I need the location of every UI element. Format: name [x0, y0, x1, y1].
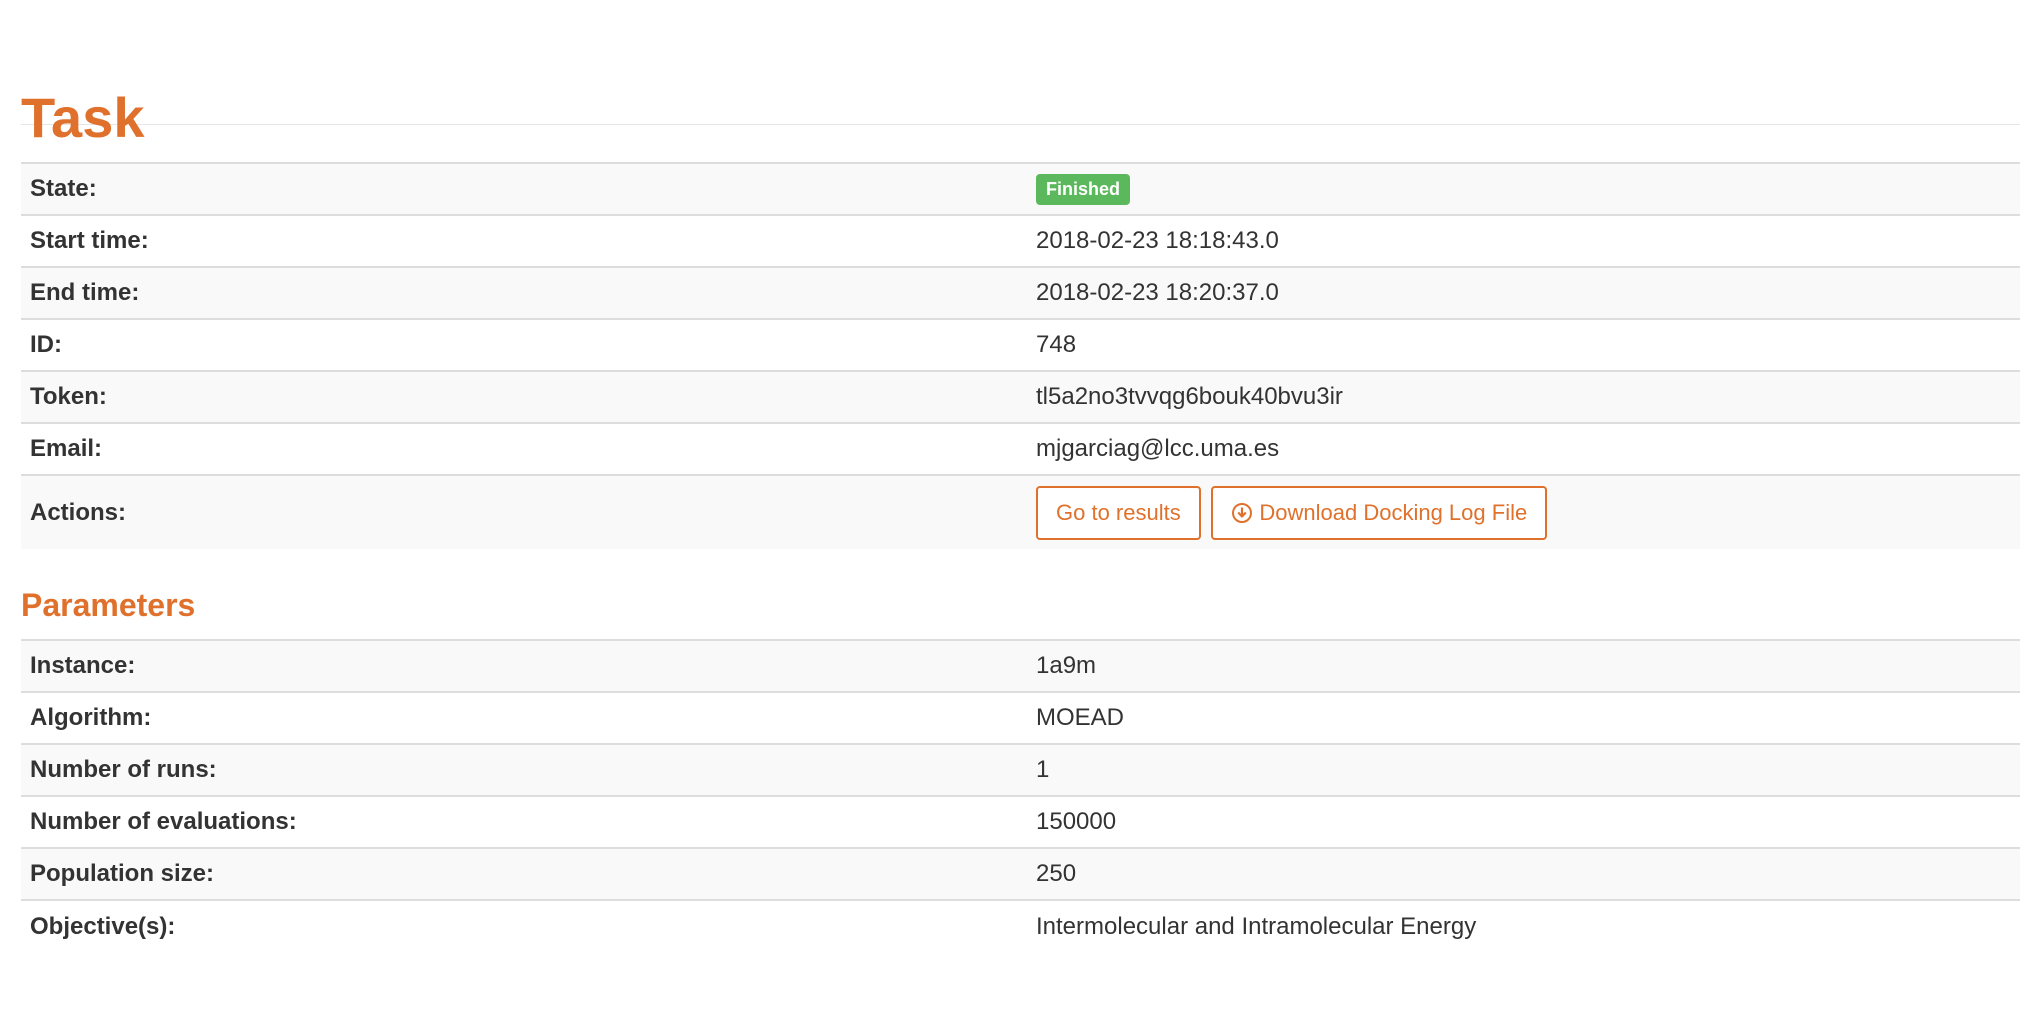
go-to-results-button[interactable]: Go to results — [1036, 485, 1201, 540]
state-row: State: Finished — [21, 162, 2020, 215]
state-label: State: — [21, 162, 1027, 215]
number-of-runs-row: Number of runs: 1 — [21, 743, 2020, 796]
email-row: Email: mjgarciag@lcc.uma.es — [21, 422, 2020, 475]
email-label: Email: — [21, 422, 1027, 475]
state-value: Finished — [1027, 162, 2020, 215]
id-value: 748 — [1027, 318, 2020, 371]
start-time-row: Start time: 2018-02-23 18:18:43.0 — [21, 214, 2020, 267]
download-docking-log-label: Download Docking Log File — [1259, 499, 1528, 525]
task-details-table: State: Finished Start time: 2018-02-23 1… — [21, 162, 2020, 549]
parameters-table: Instance: 1a9m Algorithm: MOEAD Number o… — [21, 639, 2020, 952]
objectives-value: Intermolecular and Intramolecular Energy — [1027, 899, 2020, 952]
actions-label: Actions: — [21, 474, 1027, 549]
population-size-label: Population size: — [21, 847, 1027, 900]
end-time-value: 2018-02-23 18:20:37.0 — [1027, 266, 2020, 319]
id-label: ID: — [21, 318, 1027, 371]
parameters-heading: Parameters — [21, 587, 196, 623]
status-badge: Finished — [1036, 173, 1131, 205]
token-label: Token: — [21, 370, 1027, 423]
number-of-runs-label: Number of runs: — [21, 743, 1027, 796]
algorithm-label: Algorithm: — [21, 691, 1027, 744]
population-size-row: Population size: 250 — [21, 847, 2020, 900]
number-of-runs-value: 1 — [1027, 743, 2020, 796]
objectives-label: Objective(s): — [21, 899, 1027, 952]
token-row: Token: tl5a2no3tvvqg6bouk40bvu3ir — [21, 370, 2020, 423]
go-to-results-label: Go to results — [1056, 499, 1181, 525]
page-title: Task — [21, 0, 2020, 149]
start-time-label: Start time: — [21, 214, 1027, 267]
actions-cell: Go to results Download Docking Log File — [1027, 474, 2020, 549]
end-time-label: End time: — [21, 266, 1027, 319]
start-time-value: 2018-02-23 18:18:43.0 — [1027, 214, 2020, 267]
algorithm-value: MOEAD — [1027, 691, 2020, 744]
page-title-text: Task — [21, 86, 145, 149]
actions-row: Actions: Go to results Download Docking … — [21, 474, 2020, 549]
number-of-evaluations-row: Number of evaluations: 150000 — [21, 795, 2020, 848]
email-value: mjgarciag@lcc.uma.es — [1027, 422, 2020, 475]
instance-value: 1a9m — [1027, 639, 2020, 692]
number-of-evaluations-value: 150000 — [1027, 795, 2020, 848]
download-circle-icon — [1231, 502, 1253, 524]
title-divider — [21, 124, 2020, 125]
algorithm-row: Algorithm: MOEAD — [21, 691, 2020, 744]
instance-label: Instance: — [21, 639, 1027, 692]
id-row: ID: 748 — [21, 318, 2020, 371]
population-size-value: 250 — [1027, 847, 2020, 900]
instance-row: Instance: 1a9m — [21, 639, 2020, 692]
token-value: tl5a2no3tvvqg6bouk40bvu3ir — [1027, 370, 2020, 423]
page-container: Task State: Finished Start time: 2018-02… — [21, 0, 2020, 952]
download-docking-log-button[interactable]: Download Docking Log File — [1211, 485, 1548, 540]
objectives-row: Objective(s): Intermolecular and Intramo… — [21, 899, 2020, 952]
number-of-evaluations-label: Number of evaluations: — [21, 795, 1027, 848]
end-time-row: End time: 2018-02-23 18:20:37.0 — [21, 266, 2020, 319]
